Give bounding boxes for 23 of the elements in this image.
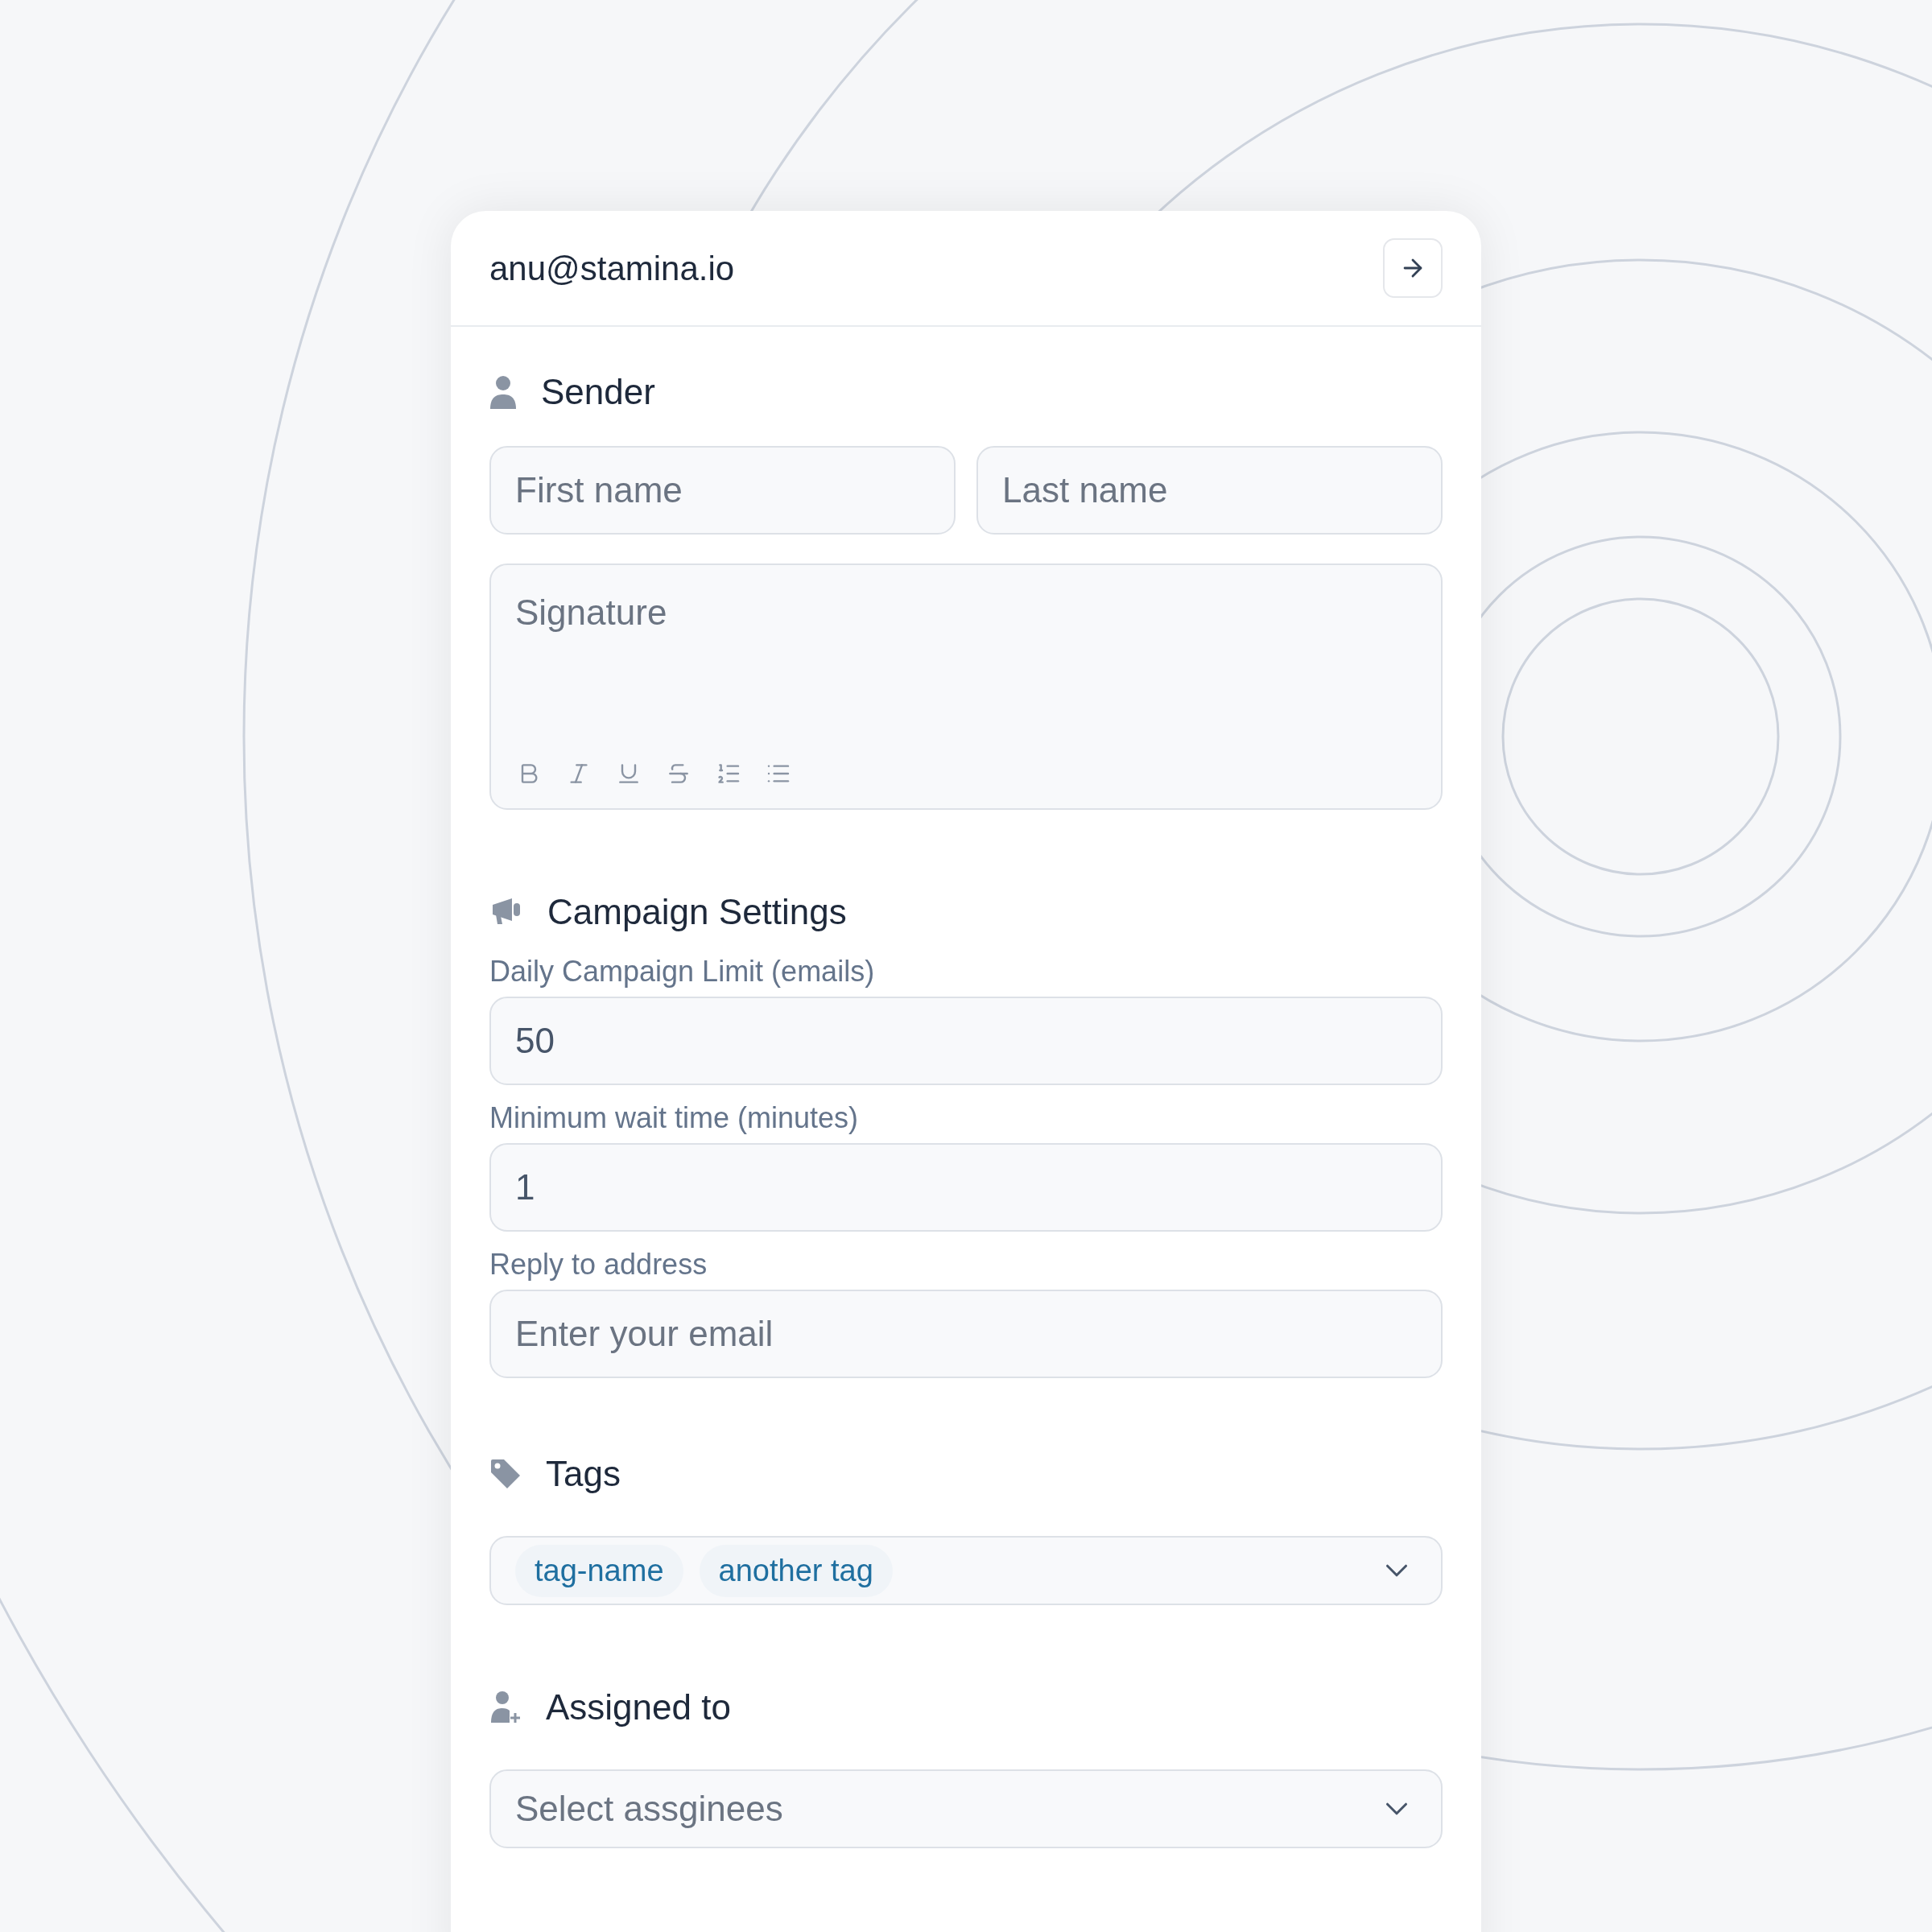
- first-name-field[interactable]: First name: [489, 446, 956, 535]
- tag-chip[interactable]: another tag: [699, 1544, 893, 1597]
- field-label: Daily Campaign Limit (emails): [489, 954, 876, 989]
- section-title: Campaign Settings: [547, 891, 847, 933]
- field-label: Minimum wait time (minutes): [489, 1100, 860, 1136]
- section-title: Assigned to: [546, 1686, 731, 1728]
- tag-icon: [489, 1458, 522, 1490]
- last-name-field[interactable]: Last name: [976, 446, 1443, 535]
- signature-text-area[interactable]: Signature: [515, 586, 1417, 642]
- person-icon: [489, 375, 517, 409]
- field-label: Reply to address: [489, 1247, 708, 1282]
- assignees-select[interactable]: Select assginees: [489, 1769, 1443, 1848]
- add-person-icon: [489, 1690, 522, 1724]
- account-email: anu@stamina.io: [489, 248, 735, 289]
- section-title: Sender: [541, 371, 655, 413]
- forward-button[interactable]: [1383, 238, 1443, 298]
- section-title: Tags: [546, 1453, 621, 1495]
- tag-chip[interactable]: tag-name: [515, 1544, 683, 1597]
- text-field[interactable]: 50: [489, 997, 1443, 1085]
- select-placeholder: Select assginees: [515, 1788, 783, 1830]
- tags-select[interactable]: tag-name another tag: [489, 1536, 1443, 1605]
- text-field[interactable]: 1: [489, 1143, 1443, 1232]
- text-field[interactable]: Enter your email: [489, 1290, 1443, 1378]
